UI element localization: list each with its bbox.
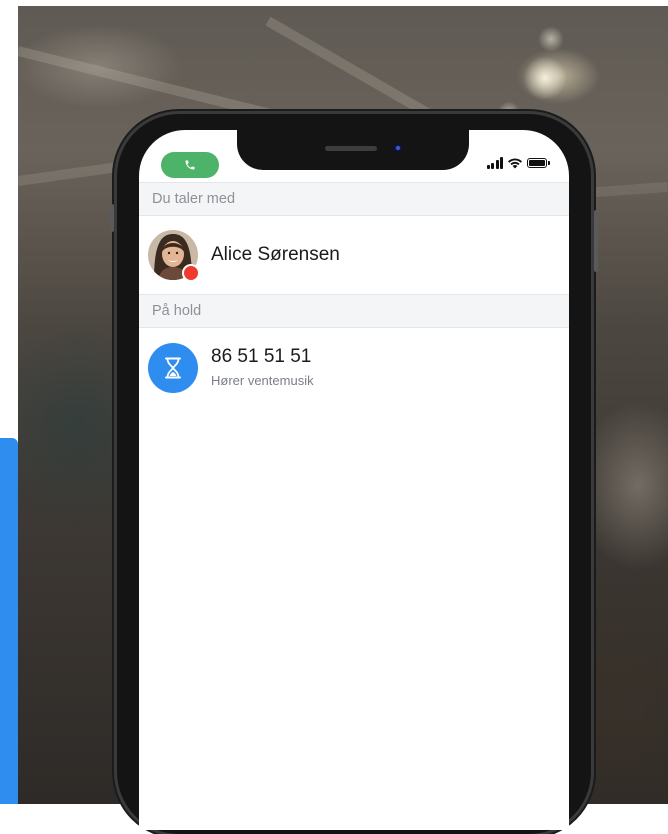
mute-switch <box>110 204 114 232</box>
section-header-active: Du taler med <box>139 182 569 216</box>
section-header-label: Du taler med <box>152 191 236 207</box>
held-call-row[interactable]: 86 51 51 51 Hører ventemusik <box>139 328 569 408</box>
earpiece-speaker <box>325 146 377 151</box>
section-header-label: På hold <box>152 303 202 319</box>
brand-accent-bar <box>0 438 18 804</box>
notch <box>237 130 469 170</box>
phone-mockup: Du taler med Alice Sørensen På hold 86 5… <box>110 114 598 834</box>
battery-icon <box>527 158 550 168</box>
status-bar-icons <box>486 154 550 172</box>
cellular-signal-icon <box>486 157 503 169</box>
wifi-icon <box>508 158 522 169</box>
active-call-indicator[interactable] <box>161 152 219 178</box>
section-header-hold: På hold <box>139 294 569 328</box>
hourglass-icon <box>148 343 198 393</box>
presence-indicator <box>182 264 200 282</box>
contact-name: Alice Sørensen <box>211 244 340 265</box>
phone-icon <box>185 160 195 170</box>
front-camera <box>393 143 403 153</box>
phone-screen: Du taler med Alice Sørensen På hold 86 5… <box>139 130 569 830</box>
held-call-number: 86 51 51 51 <box>211 346 312 367</box>
active-call-row[interactable]: Alice Sørensen <box>139 216 569 294</box>
power-button <box>594 210 598 272</box>
held-call-status: Hører ventemusik <box>211 373 314 388</box>
